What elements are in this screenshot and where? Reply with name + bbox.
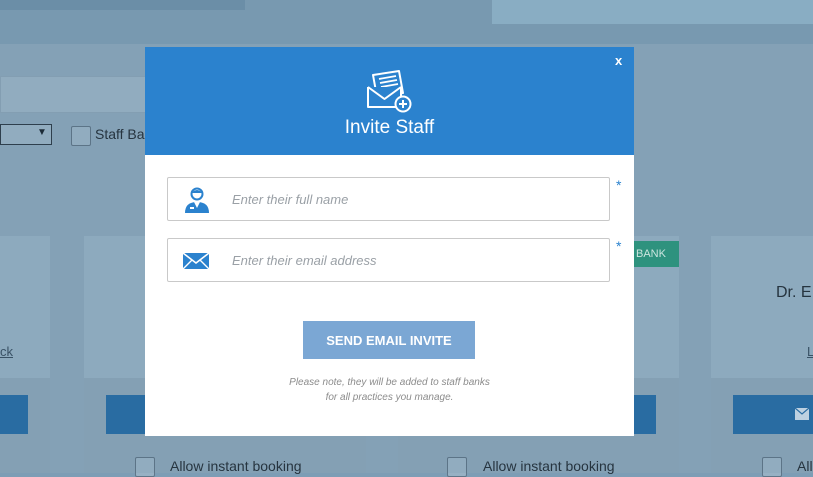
user-icon [185, 187, 209, 213]
note-line: Please note, they will be added to staff… [289, 377, 490, 388]
envelope-icon [182, 252, 210, 270]
required-marker: * [616, 238, 622, 254]
envelope-plus-icon [367, 70, 412, 113]
staff-bank-note: Please note, they will be added to staff… [145, 375, 634, 405]
email-input[interactable] [232, 239, 602, 281]
modal-title: Invite Staff [344, 117, 435, 138]
close-button[interactable]: x [615, 53, 622, 68]
full-name-input[interactable] [232, 178, 602, 220]
send-email-invite-button[interactable]: SEND EMAIL INVITE [303, 321, 475, 359]
required-marker: * [616, 177, 622, 193]
email-field[interactable] [167, 238, 610, 282]
full-name-field[interactable] [167, 177, 610, 221]
invite-staff-modal: x Invite Staff * [145, 47, 634, 436]
modal-header: x Invite Staff [145, 47, 634, 155]
note-line: for all practices you manage. [325, 392, 454, 403]
